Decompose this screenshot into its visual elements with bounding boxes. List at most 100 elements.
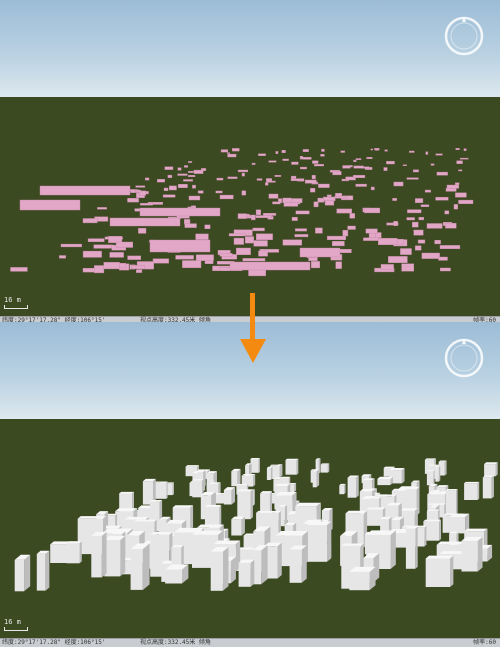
building-footprint bbox=[380, 264, 394, 270]
building-footprint bbox=[130, 189, 136, 193]
building-footprint bbox=[347, 225, 356, 230]
compass-icon[interactable] bbox=[442, 14, 486, 58]
building-footprint bbox=[420, 204, 430, 207]
building-footprint bbox=[103, 262, 120, 270]
building-block bbox=[252, 545, 268, 585]
building-block bbox=[377, 476, 394, 486]
building-footprint bbox=[127, 198, 139, 203]
building-footprint bbox=[455, 192, 467, 198]
building-footprint bbox=[438, 256, 448, 261]
building-footprint bbox=[406, 177, 419, 180]
building-footprint bbox=[282, 197, 292, 203]
building-footprint bbox=[299, 155, 304, 160]
building-footprint bbox=[204, 224, 211, 229]
compass-icon[interactable] bbox=[442, 336, 486, 380]
building-footprint bbox=[149, 239, 211, 253]
building-footprint bbox=[109, 217, 181, 227]
building-footprint bbox=[192, 184, 196, 189]
building-footprint bbox=[10, 267, 28, 272]
building-footprint bbox=[291, 161, 299, 165]
building-footprint bbox=[463, 148, 467, 151]
building-block bbox=[464, 481, 480, 501]
building-footprint bbox=[406, 217, 415, 221]
building-footprint bbox=[256, 233, 273, 240]
building-footprint bbox=[415, 198, 424, 203]
building-block bbox=[237, 489, 253, 520]
building-footprint bbox=[323, 196, 336, 201]
building-footprint bbox=[183, 179, 193, 182]
building-footprint bbox=[115, 241, 133, 248]
extruded-buildings-layer[interactable] bbox=[0, 322, 500, 642]
building-block bbox=[320, 463, 330, 473]
building-footprint bbox=[241, 172, 245, 177]
building-footprints-layer[interactable] bbox=[0, 0, 500, 320]
building-footprint bbox=[311, 175, 316, 180]
building-block bbox=[250, 457, 260, 473]
building-footprint bbox=[426, 223, 443, 229]
building-footprint bbox=[144, 177, 150, 181]
building-footprint bbox=[302, 156, 312, 160]
building-footprint bbox=[219, 194, 234, 200]
building-footprint bbox=[188, 195, 201, 201]
building-footprint bbox=[82, 218, 98, 224]
building-footprint bbox=[227, 152, 231, 154]
building-footprint bbox=[135, 269, 143, 273]
status-bar: 纬度:29°17'17.28" 经度:106°15' 视点高度:332.45米 … bbox=[0, 638, 500, 647]
building-footprint bbox=[157, 179, 166, 183]
building-footprint bbox=[216, 177, 224, 181]
building-footprint bbox=[310, 188, 316, 193]
building-footprint bbox=[363, 237, 379, 241]
building-footprint bbox=[342, 229, 349, 237]
building-footprint bbox=[274, 174, 282, 177]
building-footprint bbox=[383, 167, 388, 171]
building-block bbox=[339, 483, 346, 495]
building-footprint bbox=[131, 265, 145, 270]
building-footprint bbox=[409, 150, 415, 153]
building-block bbox=[285, 458, 299, 475]
status-view-info: 视点高度:332.45米 倾角 bbox=[140, 639, 211, 646]
building-footprint bbox=[458, 169, 463, 172]
building-footprint bbox=[268, 193, 279, 199]
building-footprint bbox=[353, 159, 357, 163]
building-footprint bbox=[233, 237, 244, 245]
building-block bbox=[426, 470, 435, 486]
building-footprint bbox=[197, 190, 204, 194]
building-footprint bbox=[127, 255, 141, 260]
building-footprint bbox=[294, 234, 309, 238]
building-footprint bbox=[445, 223, 457, 229]
building-footprint bbox=[413, 229, 424, 236]
building-block bbox=[435, 465, 441, 482]
building-footprint bbox=[355, 158, 362, 160]
building-footprint bbox=[241, 190, 246, 196]
building-block bbox=[266, 466, 273, 480]
building-footprint bbox=[258, 153, 266, 156]
building-footprint bbox=[168, 185, 177, 191]
building-footprint bbox=[440, 267, 451, 272]
viewer-top-panel[interactable]: 16 m 纬度:29°17'17.28" 经度:106°15' 视点高度:332… bbox=[0, 0, 500, 325]
building-footprint bbox=[291, 216, 298, 221]
building-footprint bbox=[349, 165, 353, 168]
scale-bar: 16 m bbox=[4, 618, 28, 631]
building-footprint bbox=[167, 174, 173, 178]
building-block bbox=[482, 475, 494, 499]
building-block bbox=[349, 566, 376, 591]
building-footprint bbox=[87, 238, 105, 243]
down-arrow-icon bbox=[240, 293, 266, 363]
viewer-bottom-panel[interactable]: 16 m 纬度:29°17'17.28" 经度:106°15' 视点高度:332… bbox=[0, 322, 500, 647]
building-footprint bbox=[295, 210, 310, 215]
building-footprint bbox=[184, 223, 197, 228]
building-footprint bbox=[412, 221, 419, 228]
building-footprint bbox=[439, 245, 461, 249]
building-footprint bbox=[299, 247, 341, 258]
building-footprint bbox=[268, 160, 277, 163]
building-footprint bbox=[182, 260, 202, 269]
building-block bbox=[425, 555, 454, 588]
building-footprint bbox=[93, 244, 114, 249]
building-footprint bbox=[60, 243, 82, 248]
building-footprint bbox=[258, 250, 268, 257]
building-footprint bbox=[353, 175, 366, 179]
building-footprint bbox=[374, 148, 380, 151]
building-footprint bbox=[332, 171, 342, 176]
building-footprint bbox=[313, 201, 319, 208]
building-footprint bbox=[237, 169, 249, 173]
